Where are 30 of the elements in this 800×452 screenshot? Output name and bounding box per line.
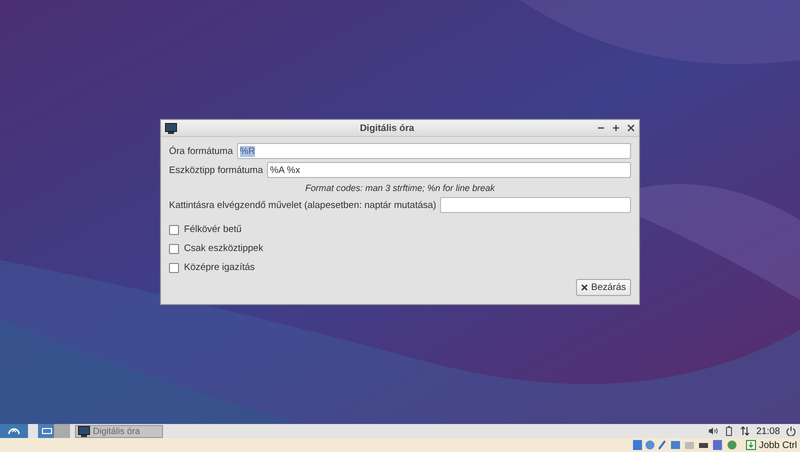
checkbox[interactable] bbox=[169, 262, 179, 272]
maximize-icon[interactable] bbox=[612, 124, 620, 132]
hint-text: Format codes: man 3 strftime; %n for line break bbox=[304, 183, 496, 193]
text-field[interactable]: %A %x bbox=[266, 162, 631, 178]
window-icon bbox=[42, 428, 52, 434]
close-icon[interactable] bbox=[627, 124, 635, 132]
text-field[interactable]: %R bbox=[236, 143, 631, 159]
window-title: Digitális óra bbox=[358, 122, 416, 134]
workspace-switcher[interactable] bbox=[38, 424, 70, 438]
menu-button[interactable] bbox=[0, 424, 28, 438]
checkbox[interactable] bbox=[169, 244, 179, 254]
checkbox-label: Csak eszköztippek bbox=[184, 243, 264, 254]
battery-icon[interactable] bbox=[724, 426, 734, 436]
field-label: Kattintásra elvégzendő művelet (alapesetben: naptár mutatása) bbox=[169, 200, 436, 210]
text-field[interactable] bbox=[440, 197, 631, 213]
monitor-icon bbox=[78, 426, 90, 436]
network-icon[interactable] bbox=[740, 426, 750, 436]
clock[interactable]: 21:08 bbox=[756, 426, 780, 436]
download-icon bbox=[746, 440, 756, 450]
checkbox-label: Középre igazítás bbox=[184, 262, 255, 273]
checkbox[interactable] bbox=[169, 224, 179, 234]
power-icon[interactable] bbox=[786, 426, 796, 436]
field-label: Óra formátuma bbox=[169, 146, 233, 156]
field-label: Eszköztipp formátuma bbox=[169, 164, 263, 176]
close-icon bbox=[581, 284, 588, 291]
monitor-icon bbox=[165, 122, 177, 134]
speaker-icon[interactable] bbox=[708, 426, 718, 436]
host-key-label: Jobb Ctrl bbox=[758, 440, 797, 450]
close-button[interactable]: Bezárás bbox=[576, 279, 631, 296]
checkbox-label: Félkövér betű bbox=[184, 224, 242, 235]
